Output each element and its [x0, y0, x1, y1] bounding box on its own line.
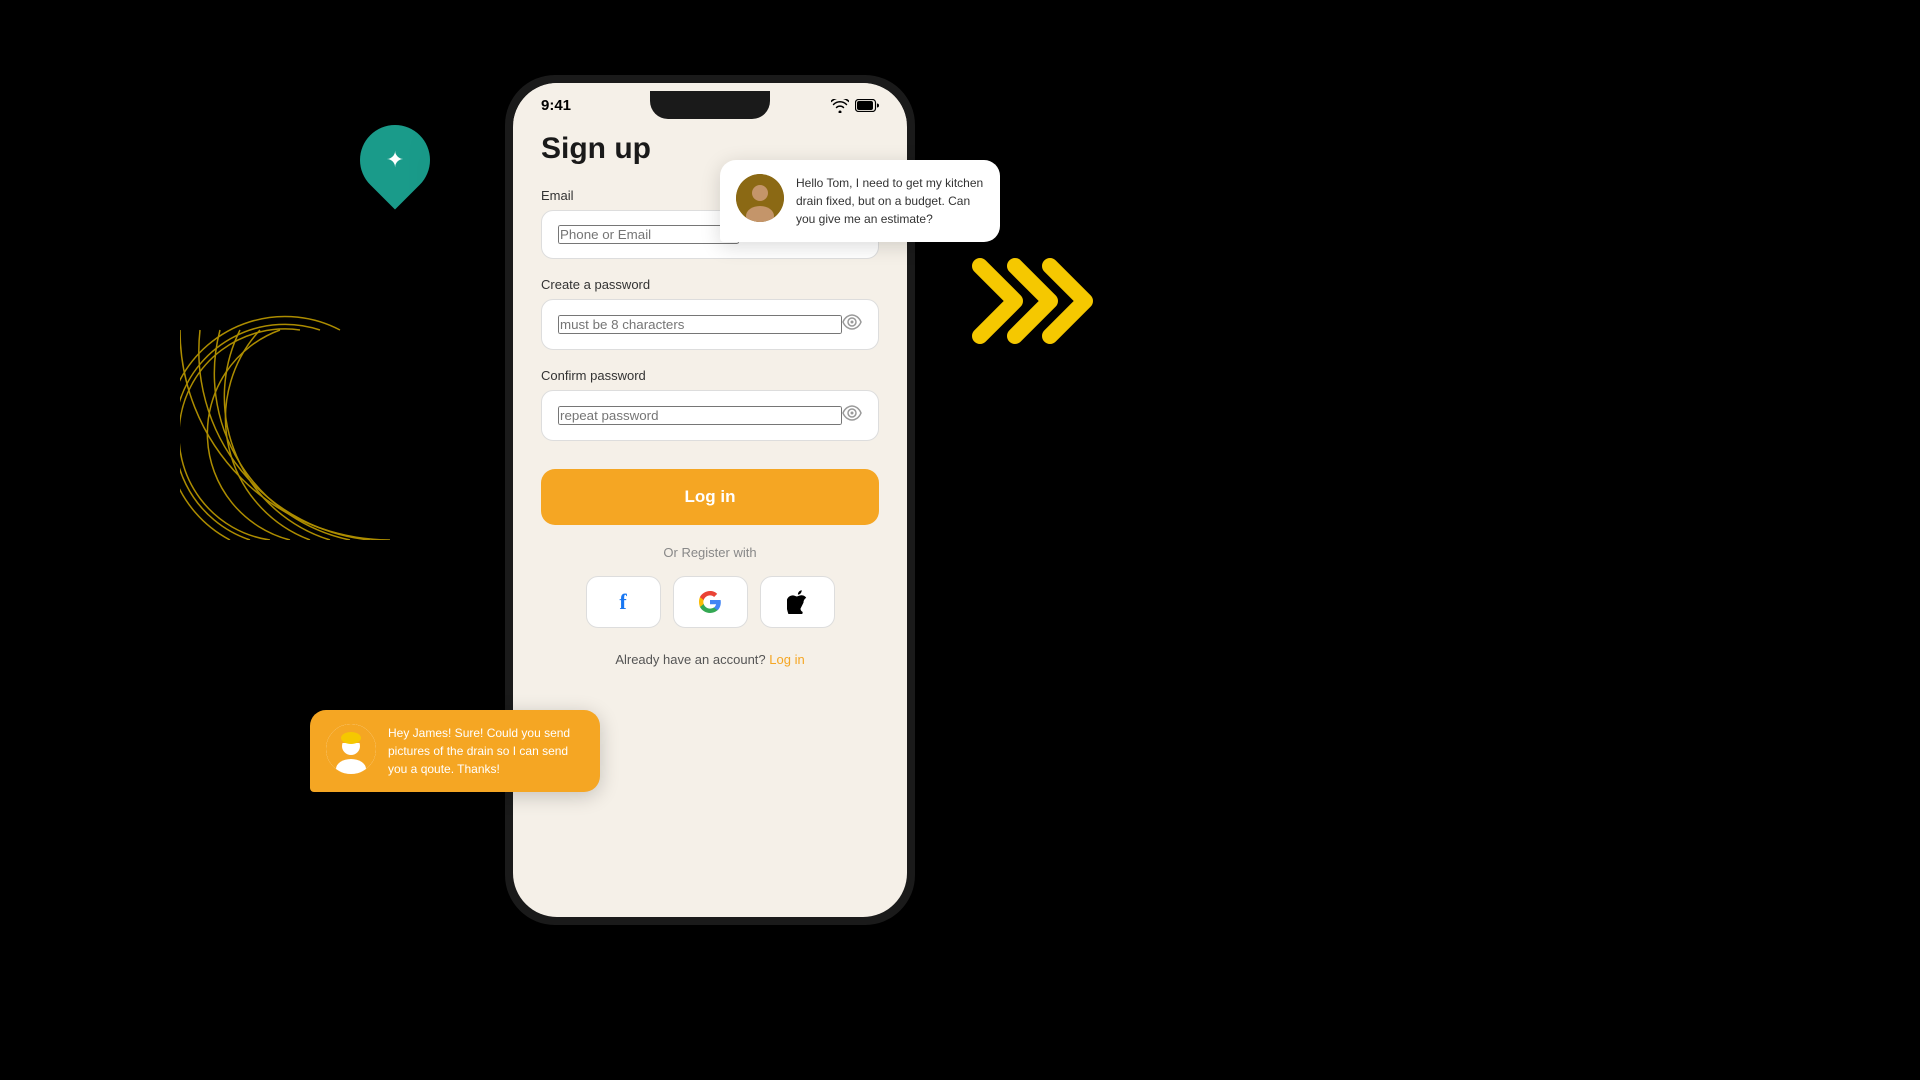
password-input[interactable]: [558, 315, 842, 334]
login-button[interactable]: Log in: [541, 469, 879, 525]
chat-text-top: Hello Tom, I need to get my kitchen drai…: [796, 174, 984, 228]
status-time: 9:41: [541, 97, 571, 114]
google-login-button[interactable]: [673, 576, 748, 628]
status-icons: [831, 99, 879, 113]
apple-icon: [787, 590, 807, 614]
or-register-text: Or Register with: [541, 545, 879, 560]
social-login-group: f: [541, 576, 879, 628]
user-avatar-top: [736, 174, 784, 222]
facebook-login-button[interactable]: f: [586, 576, 661, 628]
login-link[interactable]: Log in: [769, 652, 804, 667]
chat-text-bottom: Hey James! Sure! Could you send pictures…: [388, 724, 584, 778]
password-input-wrapper[interactable]: [541, 299, 879, 350]
phone-notch: [650, 91, 770, 119]
password-visibility-toggle[interactable]: [842, 314, 862, 335]
password-label: Create a password: [541, 277, 879, 292]
password-group: Create a password: [541, 277, 879, 350]
confirm-visibility-toggle[interactable]: [842, 405, 862, 426]
chat-bubble-bottom: Hey James! Sure! Could you send pictures…: [310, 710, 600, 792]
confirm-password-input[interactable]: [558, 406, 842, 425]
battery-icon: [855, 99, 879, 112]
confirm-password-group: Confirm password: [541, 368, 879, 441]
email-input[interactable]: [558, 225, 739, 244]
confirm-password-label: Confirm password: [541, 368, 879, 383]
wifi-icon: [831, 99, 849, 113]
facebook-icon: f: [619, 589, 626, 615]
chat-bubble-top: Hello Tom, I need to get my kitchen drai…: [720, 160, 1000, 242]
google-icon: [699, 591, 721, 613]
confirm-input-wrapper[interactable]: [541, 390, 879, 441]
chevron-arrows: [970, 256, 1100, 351]
worker-avatar-bottom: [326, 724, 376, 774]
apple-login-button[interactable]: [760, 576, 835, 628]
already-account-text: Already have an account? Log in: [541, 652, 879, 667]
